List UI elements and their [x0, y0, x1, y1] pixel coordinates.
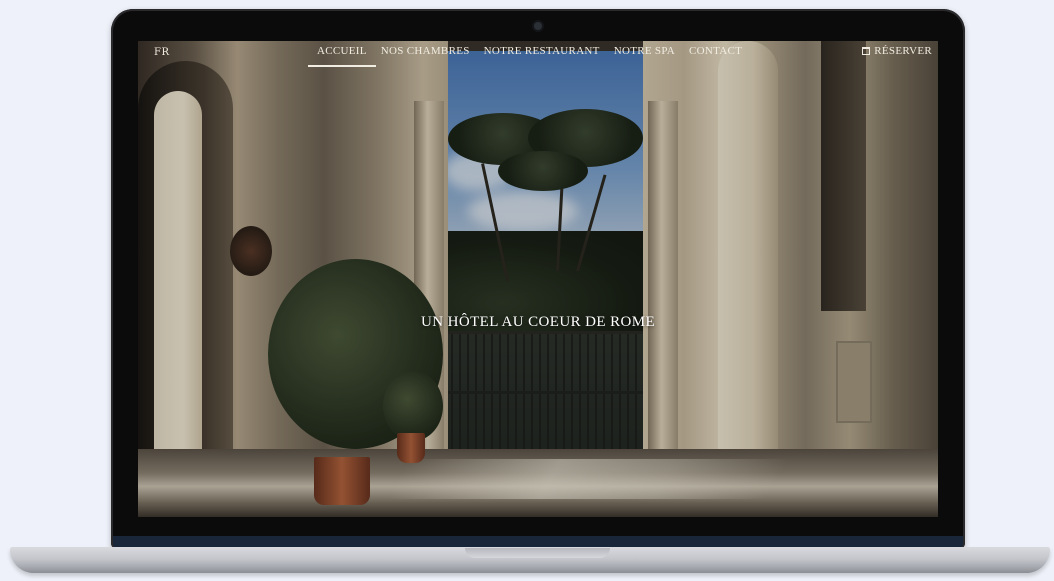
- nav-item-chambres[interactable]: NOS CHAMBRES: [374, 45, 477, 67]
- reserve-label: RÉSERVER: [874, 45, 932, 57]
- laptop-mockup: FR ACCUEIL NOS CHAMBRES NOTRE RESTAURANT…: [0, 0, 1054, 581]
- laptop-notch: [465, 548, 610, 558]
- nav-item-spa[interactable]: NOTRE SPA: [607, 45, 682, 67]
- hero-title: UN HÔTEL AU COEUR DE ROME: [420, 314, 656, 330]
- image-overlay: [138, 41, 938, 517]
- language-switch[interactable]: FR: [154, 47, 169, 58]
- laptop-screen: FR ACCUEIL NOS CHAMBRES NOTRE RESTAURANT…: [138, 41, 938, 517]
- nav-item-restaurant[interactable]: NOTRE RESTAURANT: [477, 45, 607, 67]
- calendar-icon: [862, 47, 871, 55]
- nav-item-accueil[interactable]: ACCUEIL: [308, 45, 376, 67]
- hero-image: [138, 41, 938, 517]
- reserve-button[interactable]: RÉSERVER: [862, 45, 932, 57]
- webcam: [534, 22, 542, 30]
- nav-item-contact[interactable]: CONTACT: [682, 45, 749, 67]
- main-nav: ACCUEIL NOS CHAMBRES NOTRE RESTAURANT NO…: [308, 45, 749, 67]
